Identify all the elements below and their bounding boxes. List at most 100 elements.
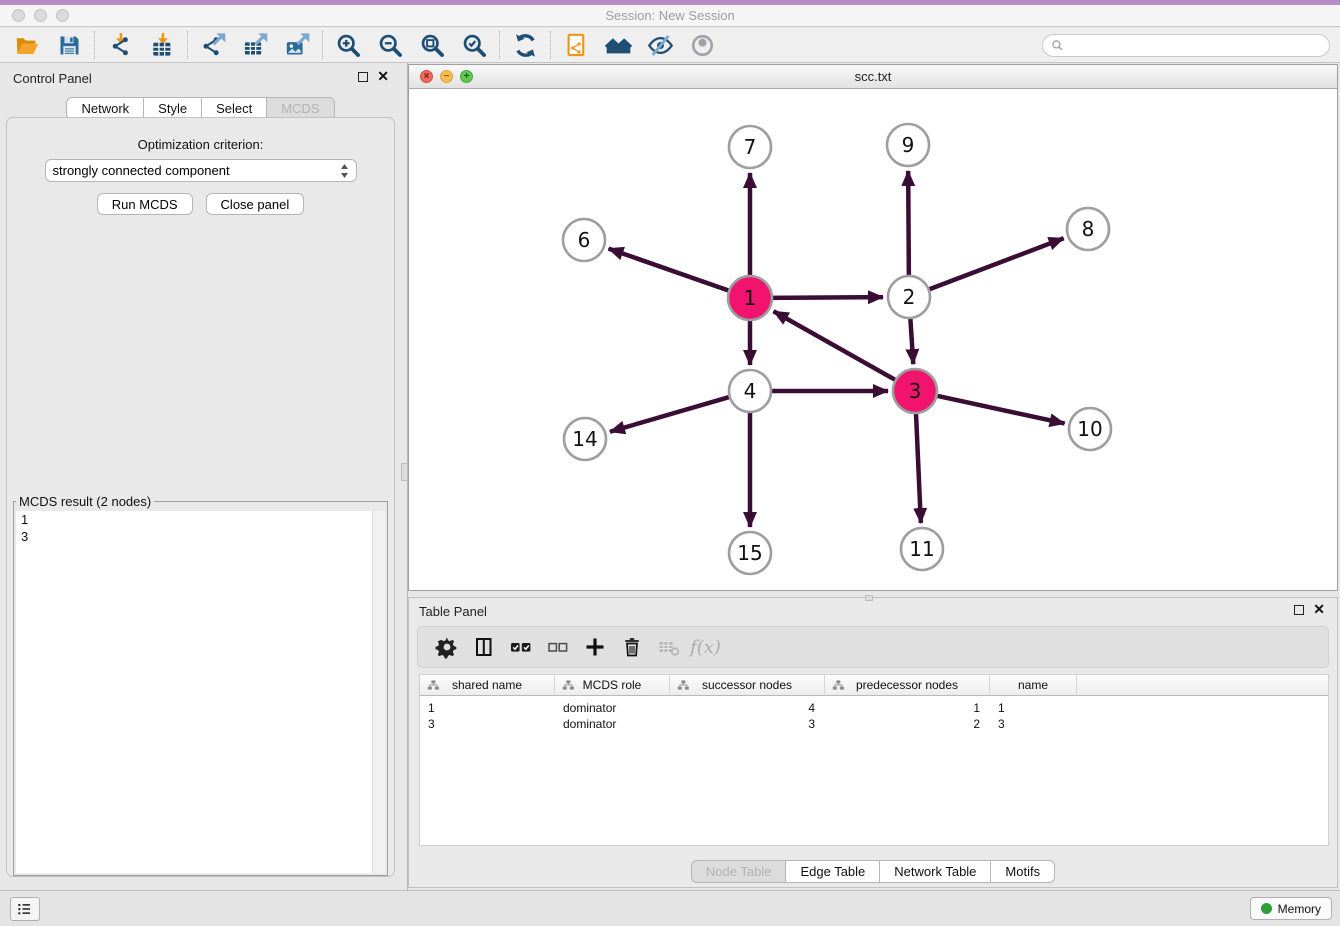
node-table[interactable]: shared name MCDS role successor nodes prede… bbox=[419, 674, 1329, 846]
edge-1-6[interactable] bbox=[609, 249, 733, 292]
delete-column-button[interactable] bbox=[613, 631, 650, 663]
save-icon bbox=[56, 32, 83, 59]
zoom-in-button[interactable] bbox=[327, 30, 369, 60]
new-network-from-selection-button[interactable] bbox=[555, 30, 597, 60]
table-row[interactable]: 3dominator323 bbox=[420, 716, 1328, 732]
column-label: name bbox=[1018, 678, 1048, 692]
column-header-shared-name[interactable]: shared name bbox=[420, 675, 555, 696]
open-icon bbox=[14, 32, 41, 59]
column-settings-button[interactable] bbox=[428, 631, 465, 663]
first-neighbors-button[interactable] bbox=[597, 30, 639, 60]
close-panel-icon[interactable]: ✕ bbox=[377, 68, 389, 85]
cell-name[interactable]: 1 bbox=[990, 700, 1077, 716]
node-label-8: 8 bbox=[1082, 217, 1095, 241]
node-label-4: 4 bbox=[744, 379, 757, 403]
export-network-icon bbox=[200, 32, 227, 59]
node-label-10: 10 bbox=[1077, 417, 1102, 441]
column-header-predecessor-nodes[interactable]: predecessor nodes bbox=[825, 675, 990, 696]
export-network-button[interactable] bbox=[192, 30, 234, 60]
edge-3-10[interactable] bbox=[934, 395, 1065, 423]
edge-3-1[interactable] bbox=[774, 311, 899, 381]
run-mcds-button[interactable]: Run MCDS bbox=[97, 193, 193, 215]
cell-name[interactable]: 3 bbox=[990, 716, 1077, 732]
tab-edge-table[interactable]: Edge Table bbox=[786, 860, 880, 883]
cell-shared-name[interactable]: 1 bbox=[420, 700, 555, 716]
vertical-splitter[interactable] bbox=[401, 63, 408, 890]
column-label: shared name bbox=[452, 678, 522, 692]
scrollbar-track[interactable] bbox=[372, 511, 385, 873]
search-input[interactable] bbox=[1069, 39, 1321, 53]
node-label-14: 14 bbox=[572, 427, 597, 451]
network-graph[interactable]: 7968124314101511 bbox=[409, 89, 1337, 590]
mcds-result-box: MCDS result (2 nodes) 13 bbox=[13, 494, 388, 876]
status-bar: Memory bbox=[0, 890, 1340, 926]
column-label: successor nodes bbox=[702, 678, 792, 692]
network-canvas[interactable]: 7968124314101511 bbox=[409, 89, 1337, 590]
tab-node-table[interactable]: Node Table bbox=[691, 860, 787, 883]
zoom-fit-button[interactable] bbox=[411, 30, 453, 60]
column-header-successor-nodes[interactable]: successor nodes bbox=[670, 675, 825, 696]
hide-selected-button[interactable] bbox=[639, 30, 681, 60]
edge-2-8[interactable] bbox=[927, 238, 1064, 290]
tab-network-table[interactable]: Network Table bbox=[880, 860, 991, 883]
cell-MCDS-role[interactable]: dominator bbox=[555, 700, 670, 716]
edge-2-3[interactable] bbox=[910, 316, 913, 364]
search-box[interactable] bbox=[1042, 34, 1330, 57]
mcds-result-list[interactable]: 13 bbox=[16, 511, 385, 873]
edge-1-2[interactable] bbox=[769, 297, 883, 298]
edge-3-11[interactable] bbox=[916, 410, 921, 523]
column-header-MCDS-role[interactable]: MCDS role bbox=[555, 675, 670, 696]
criterion-select[interactable]: strongly connected component bbox=[45, 159, 357, 182]
edge-2-9[interactable] bbox=[908, 171, 909, 278]
deselect-all-button[interactable] bbox=[539, 631, 576, 663]
splitter-handle-horizontal[interactable] bbox=[865, 595, 873, 601]
hierarchy-icon bbox=[427, 679, 440, 692]
toggle-panel-button[interactable] bbox=[465, 631, 502, 663]
tab-motifs[interactable]: Motifs bbox=[991, 860, 1055, 883]
memory-button[interactable]: Memory bbox=[1250, 897, 1332, 920]
import-table-icon bbox=[149, 32, 176, 59]
cell-shared-name[interactable]: 3 bbox=[420, 716, 555, 732]
zoom-out-button[interactable] bbox=[369, 30, 411, 60]
column-header-name[interactable]: name bbox=[990, 675, 1077, 696]
check-pair-icon bbox=[509, 635, 533, 659]
open-session-button[interactable] bbox=[6, 30, 48, 60]
save-session-button[interactable] bbox=[48, 30, 90, 60]
cell-predecessor-nodes[interactable]: 1 bbox=[825, 700, 990, 716]
export-image-button[interactable] bbox=[276, 30, 318, 60]
cell-MCDS-role[interactable]: dominator bbox=[555, 716, 670, 732]
table-row[interactable]: 1dominator411 bbox=[420, 700, 1328, 716]
gear-icon bbox=[435, 635, 459, 659]
select-all-button[interactable] bbox=[502, 631, 539, 663]
node-label-6: 6 bbox=[578, 228, 591, 252]
close-panel-button[interactable]: Close panel bbox=[206, 193, 305, 215]
splitter-handle[interactable] bbox=[401, 463, 408, 481]
apply-layout-button[interactable] bbox=[504, 30, 546, 60]
close-table-panel-icon[interactable]: ✕ bbox=[1313, 601, 1325, 618]
main-toolbar bbox=[0, 28, 1340, 63]
import-network-icon bbox=[107, 32, 134, 59]
optimization-criterion-label: Optimization criterion: bbox=[7, 137, 394, 152]
edge-4-14[interactable] bbox=[610, 396, 732, 431]
zoom-selected-button[interactable] bbox=[453, 30, 495, 60]
float-table-panel-icon[interactable] bbox=[1294, 605, 1304, 615]
column-label: MCDS role bbox=[583, 678, 642, 692]
stepper-icon bbox=[340, 163, 349, 182]
cell-predecessor-nodes[interactable]: 2 bbox=[825, 716, 990, 732]
cell-successor-nodes[interactable]: 3 bbox=[670, 716, 825, 732]
export-table-button[interactable] bbox=[234, 30, 276, 60]
float-panel-icon[interactable] bbox=[358, 72, 368, 82]
task-history-button[interactable] bbox=[10, 897, 40, 921]
memory-label: Memory bbox=[1278, 902, 1321, 916]
mcds-result-node: 3 bbox=[16, 528, 385, 545]
import-network-button[interactable] bbox=[99, 30, 141, 60]
cell-successor-nodes[interactable]: 4 bbox=[670, 700, 825, 716]
show-all-button[interactable] bbox=[681, 30, 723, 60]
control-panel: Control Panel ✕ NetworkStyleSelectMCDS O… bbox=[0, 63, 401, 890]
function-icon: f(x) bbox=[690, 637, 721, 658]
import-table-button[interactable] bbox=[141, 30, 183, 60]
eye-disabled-icon bbox=[689, 32, 716, 59]
task-list-icon bbox=[15, 899, 35, 919]
create-column-button[interactable] bbox=[576, 631, 613, 663]
table-panel: Table Panel ✕ f(x) shared nameMCDS roles… bbox=[408, 597, 1338, 888]
